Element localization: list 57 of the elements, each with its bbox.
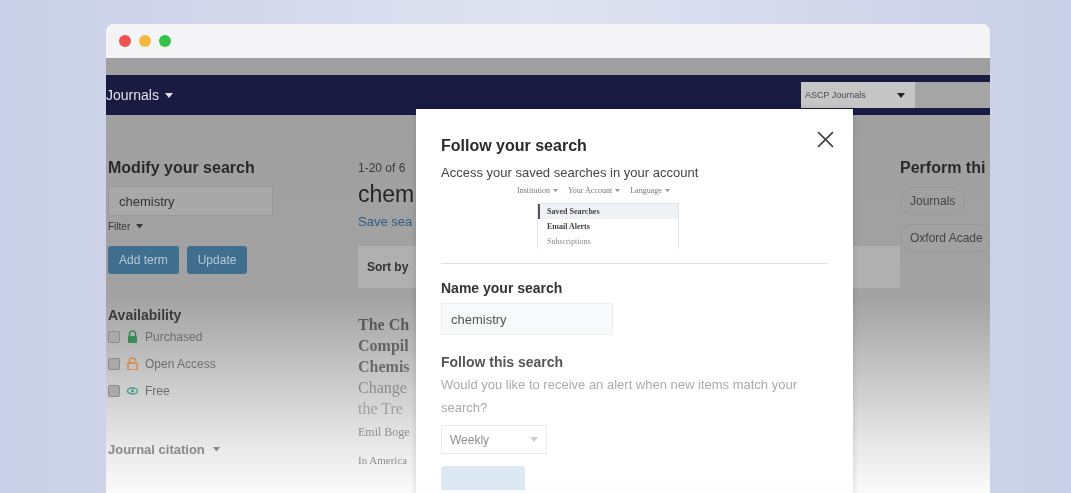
nav-menu-link[interactable]: Journals (106, 87, 159, 103)
frequency-select[interactable]: Weekly (441, 425, 547, 454)
filter-heading: Availability (108, 307, 182, 323)
window-control-dot[interactable] (159, 35, 171, 47)
caret-icon (212, 447, 220, 452)
result-count: 1-20 of 6 (358, 161, 406, 175)
search-query-heading: chem (358, 181, 415, 208)
caret-icon (164, 92, 173, 98)
submit-button[interactable] (441, 466, 525, 490)
save-search-link[interactable]: Save sea (358, 214, 413, 229)
dropdown-preview-item: Saved Searches (538, 204, 678, 219)
filter-option-label: Free (145, 383, 170, 398)
result-title-line[interactable]: Compil (358, 335, 409, 356)
checkbox[interactable] (108, 384, 120, 397)
modal-title: Follow your search (441, 137, 587, 155)
close-icon[interactable] (817, 131, 834, 148)
journal-select[interactable]: ASCP Journals (801, 82, 915, 108)
eye-icon (127, 384, 138, 397)
field-label: Name your search (441, 280, 564, 296)
lock-icon (127, 330, 138, 343)
caret-icon (615, 188, 621, 193)
window-control-dot[interactable] (119, 35, 131, 47)
caret-icon (552, 188, 558, 193)
follow-description: Would you like to receive an alert when new items match your search? (441, 376, 798, 417)
caret-icon (530, 437, 538, 442)
dropdown-preview-item: Email Alerts (546, 221, 591, 233)
result-title-line[interactable]: the Tre (358, 398, 403, 419)
filter-option-label: Open Access (145, 356, 216, 371)
section-heading: Follow this search (441, 354, 565, 370)
checkbox[interactable] (108, 357, 120, 370)
sort-label: Sort by (367, 260, 409, 274)
dropdown-preview-item: Subscriptions (546, 236, 592, 248)
result-title-line[interactable]: Chemis (358, 356, 410, 377)
result-author: Emil Boge (358, 425, 410, 440)
action-button[interactable]: Add term (108, 246, 179, 274)
caret-icon (664, 188, 670, 193)
search-field[interactable] (915, 82, 990, 108)
sidebar-heading: Modify your search (108, 159, 255, 177)
modal-description: Access your saved searches in your account (441, 165, 700, 180)
caret-icon (897, 92, 905, 98)
filter-dropdown[interactable]: Filter (108, 221, 131, 232)
menu-preview-label: Language (630, 186, 662, 195)
open-lock-icon (127, 357, 138, 370)
window-control-dot[interactable] (139, 35, 151, 47)
caret-icon (136, 224, 144, 229)
result-title-line[interactable]: Change (358, 377, 407, 398)
result-source: In America (358, 454, 408, 466)
filter-option-label: Purchased (145, 329, 203, 344)
checkbox[interactable] (108, 330, 120, 343)
search-field[interactable]: chemistry (108, 186, 273, 216)
filter-dropdown[interactable]: Journal citation (108, 442, 205, 457)
search-name-field[interactable]: chemistry (441, 303, 613, 335)
menu-preview-label: Your Account (567, 186, 613, 195)
menu-preview-label: Institution (517, 186, 550, 195)
action-button[interactable]: Update (186, 246, 248, 274)
panel-heading: Perform thi (900, 159, 987, 177)
result-title-line[interactable]: The Ch (358, 314, 410, 335)
